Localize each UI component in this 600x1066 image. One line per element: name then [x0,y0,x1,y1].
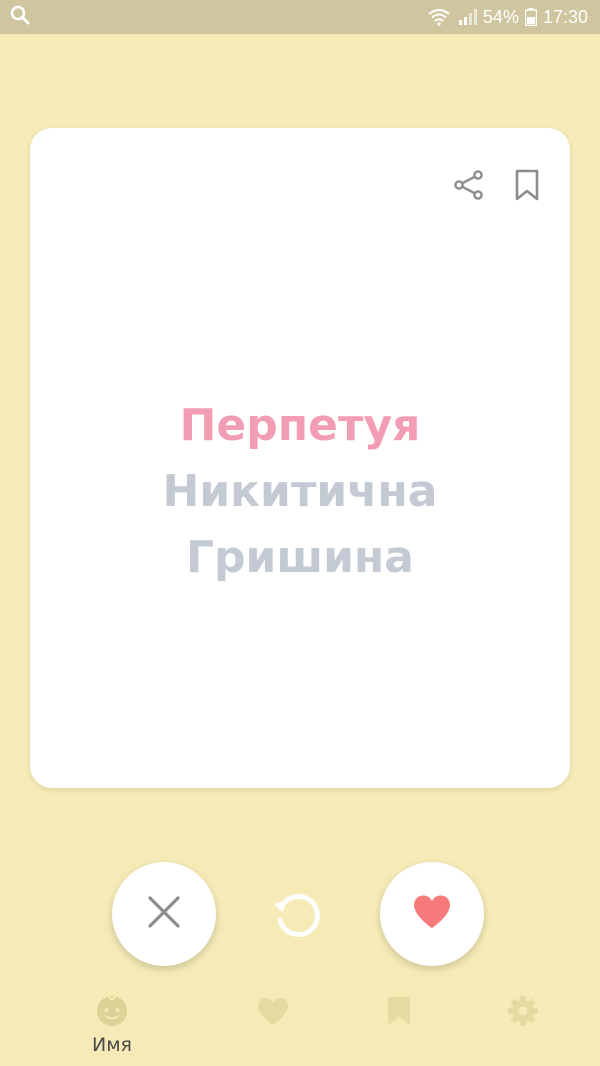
surname: Гришина [185,532,414,583]
first-name: Перпетуя [179,400,421,451]
nav-label-name: Имя [92,1034,132,1056]
nav-item-settings[interactable] [448,990,598,1066]
status-bar: 54% 17:30 [0,0,600,34]
signal-icon [457,8,477,26]
wifi-icon [427,8,451,26]
full-name: Перпетуя Никитична Гришина [30,393,570,591]
close-icon [146,894,182,935]
share-icon[interactable] [452,168,486,207]
card-actions [452,168,542,207]
heart-icon [255,990,291,1028]
gear-icon [506,990,540,1028]
battery-text: 54% [482,6,519,27]
battery-icon [524,8,537,26]
bookmark-icon [384,990,414,1028]
bottom-nav: Имя [0,990,600,1066]
like-button[interactable] [380,862,484,966]
nav-item-name[interactable]: Имя [37,990,187,1066]
undo-button[interactable] [270,888,326,944]
undo-icon [270,886,326,947]
name-card[interactable]: Перпетуя Никитична Гришина [30,128,570,788]
baby-face-icon [94,990,130,1028]
patronymic: Никитична [162,466,438,517]
search-icon[interactable] [10,5,30,30]
clock: 17:30 [542,6,588,27]
heart-icon [412,894,452,935]
status-indicators: 54% 17:30 [427,7,588,28]
bookmark-icon[interactable] [512,168,542,207]
dislike-button[interactable] [112,862,216,966]
